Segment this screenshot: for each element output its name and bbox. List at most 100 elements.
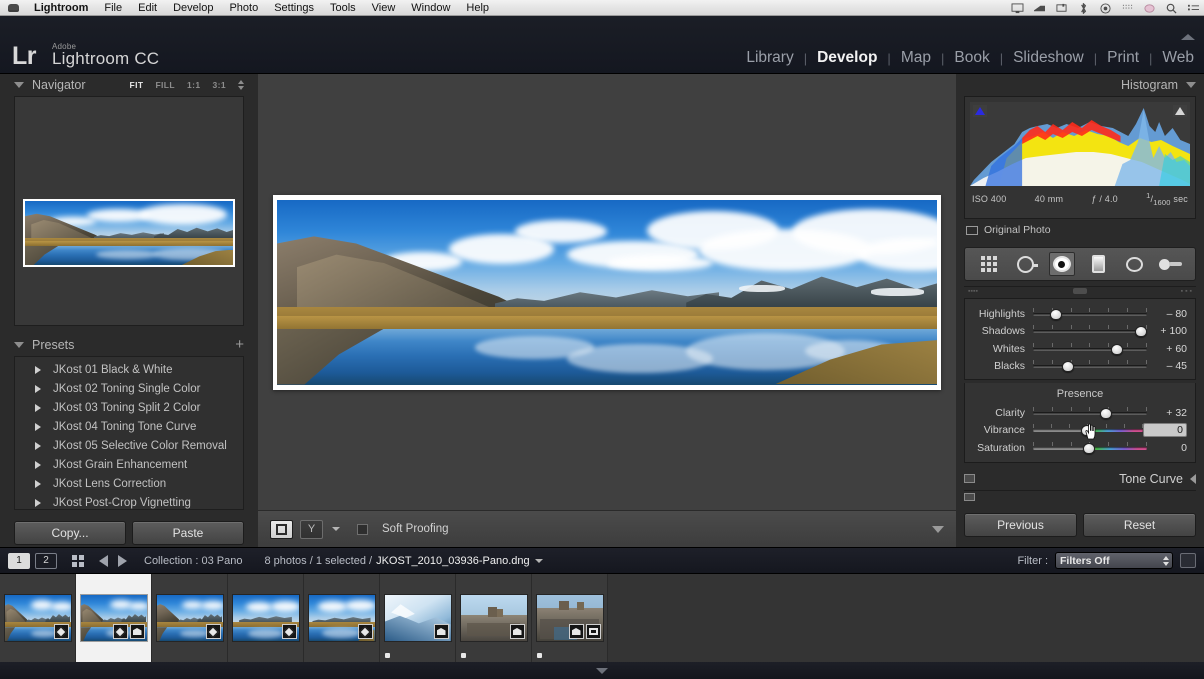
preset-item[interactable]: JKost 03 Toning Split 2 Color bbox=[15, 398, 243, 417]
navigator-preview[interactable] bbox=[14, 96, 244, 326]
slider-knob[interactable] bbox=[1082, 442, 1095, 454]
slider-blacks[interactable]: Blacks – 45 bbox=[973, 358, 1187, 376]
scroll-handle[interactable] bbox=[1073, 288, 1087, 294]
reset-button[interactable]: Reset bbox=[1083, 513, 1196, 537]
notification-center-icon[interactable] bbox=[1187, 3, 1200, 14]
menu-view[interactable]: View bbox=[364, 0, 404, 16]
navigator-header[interactable]: Navigator FIT FILL 1:1 3:1 bbox=[14, 74, 244, 96]
preset-item[interactable]: JKost Lens Correction bbox=[15, 474, 243, 493]
slider-value[interactable]: – 80 bbox=[1147, 308, 1187, 320]
plus-icon[interactable]: + bbox=[235, 337, 244, 352]
tone-curve-header[interactable]: Tone Curve bbox=[964, 467, 1196, 490]
spotlight-search-icon[interactable] bbox=[1165, 3, 1178, 14]
triangle-right-icon[interactable] bbox=[35, 403, 41, 412]
main-photo-panorama[interactable] bbox=[277, 199, 937, 385]
triangle-right-icon[interactable] bbox=[35, 460, 41, 469]
menu-settings[interactable]: Settings bbox=[266, 0, 322, 16]
zoom-1-1[interactable]: 1:1 bbox=[187, 80, 201, 90]
histogram-panel[interactable]: ISO 400 40 mm ƒ / 4.0 1/1600 sec bbox=[964, 96, 1196, 219]
photo-stage[interactable] bbox=[258, 74, 956, 510]
menu-window[interactable]: Window bbox=[403, 0, 458, 16]
page-button-2[interactable]: 2 bbox=[35, 552, 57, 569]
up-down-stepper-icon[interactable] bbox=[238, 80, 244, 90]
triangle-right-icon[interactable] bbox=[35, 441, 41, 450]
triangle-down-icon[interactable] bbox=[534, 558, 543, 563]
slider-value[interactable]: – 45 bbox=[1147, 360, 1187, 372]
slider-knob[interactable] bbox=[1135, 326, 1148, 338]
panel-switch-icon[interactable] bbox=[964, 474, 975, 483]
slider-vibrance[interactable]: Vibrance 0 bbox=[973, 422, 1187, 440]
battery-icon[interactable] bbox=[1143, 3, 1156, 14]
radial-filter-tool[interactable] bbox=[1121, 252, 1147, 276]
up-down-stepper-icon[interactable] bbox=[1163, 555, 1169, 566]
module-develop[interactable]: Develop bbox=[807, 49, 887, 67]
triangle-down-icon[interactable] bbox=[14, 342, 24, 348]
current-filename[interactable]: JKOST_2010_03936-Pano.dng bbox=[376, 555, 530, 567]
triangle-right-icon[interactable] bbox=[35, 498, 41, 507]
slider-clarity[interactable]: Clarity + 32 bbox=[973, 404, 1187, 422]
soft-proofing-checkbox[interactable] bbox=[357, 523, 368, 535]
toolbar-collapse-triangle-down-icon[interactable] bbox=[932, 525, 944, 533]
slider-knob[interactable] bbox=[1049, 308, 1062, 320]
presets-header[interactable]: Presets + bbox=[14, 334, 244, 356]
filmstrip-thumbnail-7[interactable] bbox=[456, 574, 532, 662]
module-book[interactable]: Book bbox=[944, 49, 999, 67]
slider-track[interactable] bbox=[1033, 342, 1147, 355]
filmstrip-thumbnail-1[interactable] bbox=[0, 574, 76, 662]
module-map[interactable]: Map bbox=[891, 49, 941, 67]
graduated-filter-tool[interactable] bbox=[1085, 252, 1111, 276]
slider-track[interactable] bbox=[1033, 360, 1147, 373]
slider-value[interactable]: + 100 bbox=[1147, 325, 1187, 337]
volume-icon[interactable] bbox=[1099, 2, 1112, 14]
preset-item[interactable]: JKost Grain Enhancement bbox=[15, 455, 243, 474]
go-forward-arrow-icon[interactable] bbox=[118, 554, 127, 567]
spot-removal-tool[interactable] bbox=[1012, 252, 1038, 276]
triangle-down-icon[interactable] bbox=[1186, 82, 1196, 88]
histogram-graph[interactable] bbox=[970, 102, 1190, 186]
menu-edit[interactable]: Edit bbox=[130, 0, 165, 16]
filmstrip-thumbnail-8[interactable] bbox=[532, 574, 608, 662]
flag-pick-icon[interactable]: Y bbox=[308, 523, 315, 535]
display-mirror-icon[interactable] bbox=[1033, 3, 1046, 14]
slider-value[interactable]: + 60 bbox=[1147, 343, 1187, 355]
crop-overlay-tool[interactable] bbox=[976, 252, 1002, 276]
filter-rating-icon[interactable] bbox=[1180, 553, 1196, 568]
slider-whites[interactable]: Whites + 60 bbox=[973, 340, 1187, 358]
triangle-right-icon[interactable] bbox=[35, 479, 41, 488]
slider-track[interactable] bbox=[1033, 441, 1147, 454]
menu-tools[interactable]: Tools bbox=[322, 0, 364, 16]
module-web[interactable]: Web bbox=[1152, 49, 1204, 67]
filter-select[interactable]: Filters Off bbox=[1055, 552, 1173, 569]
flag-buttons[interactable]: Y bbox=[300, 519, 323, 539]
go-back-arrow-icon[interactable] bbox=[99, 554, 108, 567]
copy-button[interactable]: Copy... bbox=[14, 521, 126, 545]
slider-value[interactable]: + 32 bbox=[1147, 407, 1187, 419]
page-button-1[interactable]: 1 bbox=[8, 552, 30, 569]
screen-icon[interactable] bbox=[1011, 2, 1024, 14]
red-eye-correction-tool[interactable] bbox=[1048, 252, 1075, 276]
bottom-module-bar[interactable] bbox=[0, 662, 1204, 679]
zoom-3-1[interactable]: 3:1 bbox=[213, 80, 227, 90]
menu-help[interactable]: Help bbox=[458, 0, 497, 16]
filmstrip-thumbnail-5[interactable] bbox=[304, 574, 380, 662]
preset-item[interactable]: JKost 05 Selective Color Removal bbox=[15, 436, 243, 455]
slider-knob[interactable] bbox=[1080, 425, 1093, 437]
triangle-up-icon[interactable] bbox=[596, 667, 608, 674]
adjustment-brush-tool[interactable] bbox=[1158, 252, 1184, 276]
menu-develop[interactable]: Develop bbox=[165, 0, 221, 16]
loupe-view-icon[interactable] bbox=[270, 519, 293, 539]
slider-value[interactable]: 0 bbox=[1147, 442, 1187, 454]
slider-track[interactable] bbox=[1033, 406, 1147, 419]
tone-curve-collapsed-strip[interactable] bbox=[964, 489, 1196, 502]
filmstrip-thumbnail-4[interactable] bbox=[228, 574, 304, 662]
filmstrip-thumbnail-2[interactable] bbox=[76, 574, 152, 662]
slider-track[interactable] bbox=[1033, 325, 1148, 338]
filmstrip-thumbnail-6[interactable] bbox=[380, 574, 456, 662]
filmstrip[interactable] bbox=[0, 574, 1204, 662]
panel-collapse-arrow-icon[interactable] bbox=[1181, 34, 1195, 40]
collection-label[interactable]: Collection : 03 Pano bbox=[144, 555, 242, 567]
preset-item[interactable]: JKost 04 Toning Tone Curve bbox=[15, 417, 243, 436]
airplay-icon[interactable] bbox=[1055, 3, 1068, 14]
slider-knob[interactable] bbox=[1062, 361, 1075, 373]
paste-button[interactable]: Paste bbox=[132, 521, 244, 545]
